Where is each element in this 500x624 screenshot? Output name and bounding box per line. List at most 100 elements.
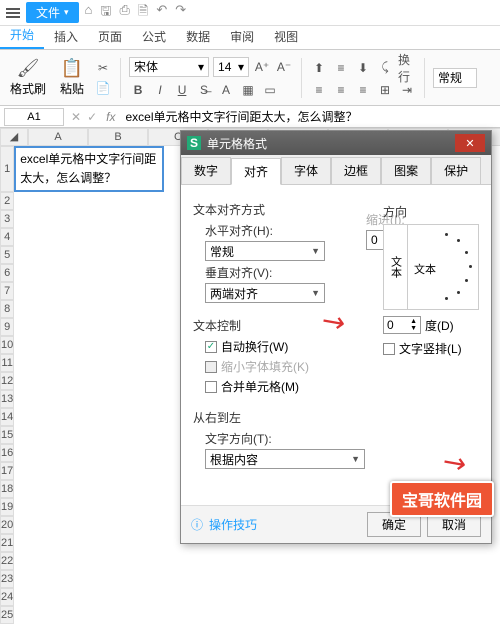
orientation-dial[interactable]: 文本 [408, 225, 478, 309]
fx-confirm-icon[interactable]: ✓ [87, 110, 97, 124]
tab-formula[interactable]: 公式 [132, 24, 176, 49]
col-header[interactable]: B [88, 128, 148, 146]
row-header[interactable]: 6 [0, 264, 14, 282]
row-header[interactable]: 8 [0, 300, 14, 318]
merge-icon[interactable]: ⊞ [376, 81, 394, 99]
row-header[interactable]: 1 [0, 146, 14, 192]
row-header[interactable]: 19 [0, 498, 14, 516]
cut-icon[interactable]: ✂ [94, 59, 112, 77]
fill-color-icon[interactable]: ▦ [239, 81, 257, 99]
fx-icon[interactable]: fx [106, 110, 115, 124]
row-header[interactable]: 20 [0, 516, 14, 534]
spin-down-icon[interactable]: ▼ [410, 325, 417, 332]
row-header[interactable]: 24 [0, 588, 14, 606]
row-header[interactable]: 13 [0, 390, 14, 408]
tab-view[interactable]: 视图 [264, 24, 308, 49]
copy-icon[interactable]: 📄 [94, 79, 112, 97]
dialog-body: 文本对齐方式 水平对齐(H): 常规 ▼ 缩进(I): 0 ▲▼ 垂直对齐(V)… [181, 185, 491, 505]
tab-insert[interactable]: 插入 [44, 24, 88, 49]
preview-icon[interactable]: 🗎 [138, 2, 148, 24]
font-size-select[interactable]: 14▾ [213, 57, 249, 77]
row-header[interactable]: 16 [0, 444, 14, 462]
dlg-tab-protect[interactable]: 保护 [431, 157, 481, 184]
formula-input[interactable]: excel单元格中文字行间距太大，怎么调整？ [121, 108, 500, 125]
align-right-icon[interactable]: ≡ [354, 81, 372, 99]
degree-spinner[interactable]: 0 ▲▼ [383, 316, 421, 334]
save-icon[interactable]: 🖫 [100, 2, 111, 24]
cell-a1[interactable]: excel单元格中文字行间距太大，怎么调整？ [14, 146, 164, 192]
align-top-icon[interactable]: ⬆ [310, 59, 328, 77]
row-header[interactable]: 5 [0, 246, 14, 264]
format-painter-label: 格式刷 [10, 80, 46, 97]
align-center-icon[interactable]: ≡ [332, 81, 350, 99]
row-header[interactable]: 17 [0, 462, 14, 480]
name-box[interactable]: A1 [4, 108, 64, 126]
v-align-combo[interactable]: 两端对齐 ▼ [205, 283, 325, 303]
increase-font-icon[interactable]: A⁺ [253, 58, 271, 76]
h-align-combo[interactable]: 常规 ▼ [205, 241, 325, 261]
number-format-select[interactable]: 常规 [433, 68, 477, 88]
dlg-tab-align[interactable]: 对齐 [231, 158, 281, 185]
merge-checkbox-row[interactable]: 合并单元格(M) [205, 378, 479, 395]
row-header[interactable]: 12 [0, 372, 14, 390]
dialog-titlebar[interactable]: S 单元格格式 ✕ [181, 131, 491, 155]
font-name-select[interactable]: 宋体▾ [129, 57, 209, 77]
italic-icon[interactable]: I [151, 81, 169, 99]
strike-icon[interactable]: S̶ [195, 81, 213, 99]
row-header[interactable]: 3 [0, 210, 14, 228]
merge-label: 合并单元格(M) [221, 378, 299, 395]
select-all-corner[interactable]: ◢ [0, 128, 28, 146]
tab-start[interactable]: 开始 [0, 22, 44, 49]
redo-icon[interactable]: ↷ [175, 2, 186, 24]
print-icon[interactable]: ⎙ [119, 2, 129, 24]
row-header[interactable]: 25 [0, 606, 14, 624]
underline-icon[interactable]: U [173, 81, 191, 99]
formula-bar: A1 ✕ ✓ fx excel单元格中文字行间距太大，怎么调整？ [0, 106, 500, 128]
paste-button[interactable]: 📋 粘贴 [56, 56, 88, 99]
tips-link[interactable]: 操作技巧 [209, 516, 257, 533]
row-header[interactable]: 18 [0, 480, 14, 498]
bold-icon[interactable]: B [129, 81, 147, 99]
row-header[interactable]: 21 [0, 534, 14, 552]
decrease-font-icon[interactable]: A⁻ [275, 58, 293, 76]
wrap-button[interactable]: 换行 [398, 59, 416, 77]
orientation-icon[interactable]: ⤹ [376, 59, 394, 77]
align-bottom-icon[interactable]: ⬇ [354, 59, 372, 77]
tab-page[interactable]: 页面 [88, 24, 132, 49]
row-header[interactable]: 14 [0, 408, 14, 426]
dlg-tab-border[interactable]: 边框 [331, 157, 381, 184]
row-header[interactable]: 4 [0, 228, 14, 246]
align-left-icon[interactable]: ≡ [310, 81, 328, 99]
tab-review[interactable]: 审阅 [220, 24, 264, 49]
row-header[interactable]: 23 [0, 570, 14, 588]
undo-icon[interactable]: ↶ [156, 2, 167, 24]
row-header[interactable]: 15 [0, 426, 14, 444]
row-header[interactable]: 22 [0, 552, 14, 570]
align-middle-icon[interactable]: ≡ [332, 59, 350, 77]
hamburger-icon[interactable] [6, 8, 20, 18]
col-header[interactable]: A [28, 128, 88, 146]
row-header[interactable]: 10 [0, 336, 14, 354]
orientation-panel[interactable]: 文本 文本 [383, 224, 479, 310]
row-header[interactable]: 7 [0, 282, 14, 300]
align-group: ⬆ ≡ ⬇ ⤹ 换行 ≡ ≡ ≡ ⊞ ⇥ [310, 57, 416, 99]
dlg-tab-pattern[interactable]: 图案 [381, 157, 431, 184]
row-header[interactable]: 11 [0, 354, 14, 372]
tab-data[interactable]: 数据 [176, 24, 220, 49]
border-icon[interactable]: ▭ [261, 81, 279, 99]
row-header[interactable]: 9 [0, 318, 14, 336]
file-menu-button[interactable]: 文件 ▾ [26, 2, 79, 23]
format-painter-button[interactable]: 🖌 格式刷 [6, 56, 50, 99]
vertical-text-checkbox-row[interactable]: 文字竖排(L) [383, 340, 479, 357]
home-icon[interactable]: ⌂ [85, 2, 93, 24]
fx-cancel-icon[interactable]: ✕ [71, 110, 81, 124]
dlg-tab-number[interactable]: 数字 [181, 157, 231, 184]
spin-up-icon[interactable]: ▲ [410, 318, 417, 325]
row-header[interactable]: 2 [0, 192, 14, 210]
indent-icon[interactable]: ⇥ [398, 81, 416, 99]
close-button[interactable]: ✕ [455, 134, 485, 152]
text-dir-combo[interactable]: 根据内容 ▼ [205, 449, 365, 469]
font-color-icon[interactable]: A [217, 81, 235, 99]
checkbox-icon [205, 381, 217, 393]
dlg-tab-font[interactable]: 字体 [281, 157, 331, 184]
